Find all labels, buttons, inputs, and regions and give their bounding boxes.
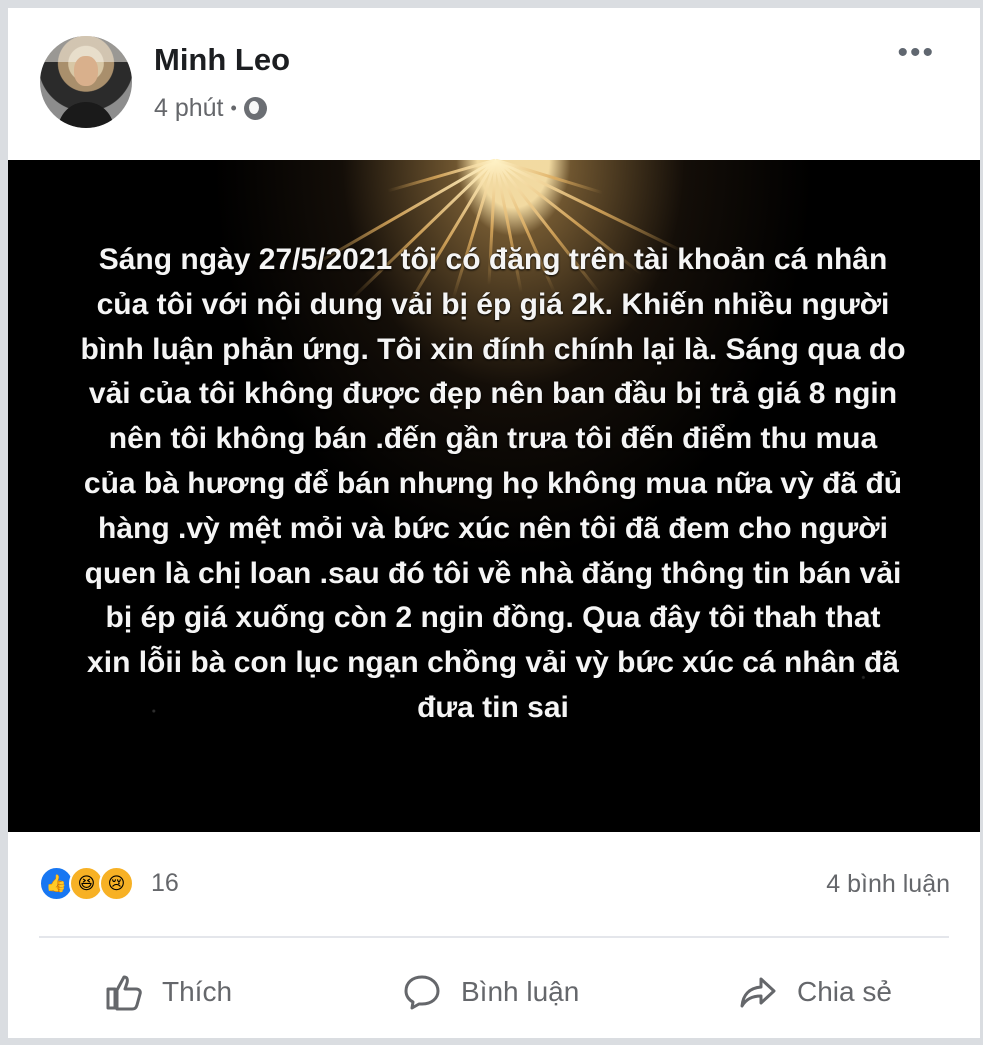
post-text: Sáng ngày 27/5/2021 tôi có đăng trên tài… [80, 243, 906, 724]
share-label: Chia sẻ [797, 976, 892, 1007]
post-action-bar: Thích Bình luận Chia sẻ [8, 963, 980, 1021]
reaction-summary[interactable]: 👍 😆 😢 16 [39, 866, 179, 901]
comment-count[interactable]: 4 bình luận [826, 870, 950, 899]
comment-bubble-icon [404, 975, 440, 1010]
post-header: Minh Leo 4 phút • ••• [8, 8, 980, 160]
comment-label: Bình luận [461, 976, 580, 1007]
globe-icon [243, 97, 267, 120]
sad-icon: 😢 [99, 866, 134, 901]
thumb-up-icon [106, 975, 142, 1011]
post-time[interactable]: 4 phút [154, 94, 224, 123]
like-label: Thích [162, 976, 233, 1007]
author-name[interactable]: Minh Leo [154, 42, 290, 78]
post-metadata: 4 phút • [154, 94, 267, 123]
meta-separator: • [230, 98, 237, 118]
comment-button[interactable]: Bình luận [401, 971, 579, 1013]
action-divider [39, 936, 949, 938]
reaction-count: 16 [151, 869, 179, 897]
facebook-post-card: Minh Leo 4 phút • ••• Sáng ngày 27/5/202… [8, 8, 980, 1038]
share-arrow-icon [740, 977, 776, 1008]
author-avatar[interactable] [40, 36, 132, 128]
post-image-with-text: Sáng ngày 27/5/2021 tôi có đăng trên tài… [8, 158, 980, 832]
more-options-icon[interactable]: ••• [897, 36, 935, 70]
like-button[interactable]: Thích [102, 971, 232, 1013]
share-button[interactable]: Chia sẻ [737, 971, 892, 1013]
